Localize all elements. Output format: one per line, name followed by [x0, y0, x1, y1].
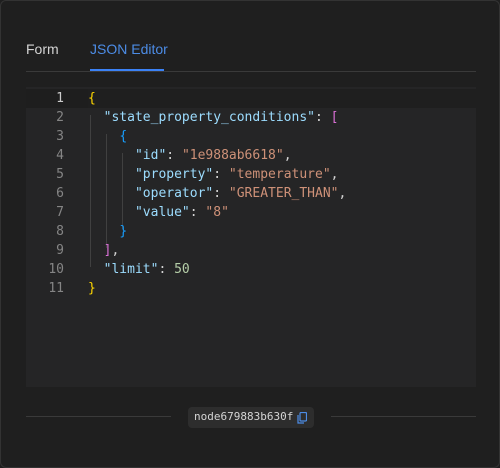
line-number: 1	[56, 91, 64, 106]
tab-form[interactable]: Form	[26, 41, 59, 69]
code-editor[interactable]: 1{2 "state_property_conditions": [3 {4 "…	[26, 87, 476, 387]
code-line: 4 "id": "1e988ab6618",	[26, 146, 476, 165]
code-line: 2 "state_property_conditions": [	[26, 108, 476, 127]
divider-right	[331, 416, 476, 417]
node-id-chip: node679883b630f	[188, 407, 314, 428]
tab-json-editor[interactable]: JSON Editor	[90, 41, 168, 69]
code-line: 9 ],	[26, 241, 476, 260]
code-line: 11}	[26, 279, 476, 298]
code-line: 3 {	[26, 127, 476, 146]
line-number: 4	[56, 148, 64, 163]
code-text: }	[119, 224, 128, 239]
line-number: 3	[56, 129, 64, 144]
code-line: 5 "property": "temperature",	[26, 165, 476, 184]
code-text: "id": "1e988ab6618",	[134, 148, 292, 163]
tab-bar: Form JSON Editor	[26, 39, 476, 72]
copy-icon[interactable]	[297, 411, 308, 424]
line-number: 6	[56, 186, 64, 201]
line-number: 9	[56, 243, 64, 258]
code-line: 8 }	[26, 222, 476, 241]
active-tab-indicator	[90, 69, 164, 71]
line-number: 8	[56, 224, 64, 239]
node-id-text: node679883b630f	[194, 410, 294, 423]
code-text: "operator": "GREATER_THAN",	[134, 186, 347, 201]
code-text: }	[88, 281, 96, 296]
line-number: 10	[48, 262, 64, 277]
line-number: 5	[56, 167, 64, 182]
code-line: 1{	[26, 89, 476, 108]
code-text: "limit": 50	[103, 262, 190, 277]
code-text: {	[88, 89, 476, 108]
line-number: 11	[48, 281, 64, 296]
code-line: 7 "value": "8"	[26, 203, 476, 222]
code-line: 6 "operator": "GREATER_THAN",	[26, 184, 476, 203]
code-text: "value": "8"	[134, 205, 229, 220]
line-number: 2	[56, 110, 64, 125]
code-text: "state_property_conditions": [	[103, 110, 339, 125]
line-number: 7	[56, 205, 64, 220]
code-text: "property": "temperature",	[134, 167, 339, 182]
json-editor-panel: Form JSON Editor 1{2 "state_property_con…	[0, 0, 500, 468]
divider-left	[26, 416, 171, 417]
code-text: ],	[103, 243, 120, 258]
code-line: 10 "limit": 50	[26, 260, 476, 279]
code-text: {	[119, 129, 128, 144]
